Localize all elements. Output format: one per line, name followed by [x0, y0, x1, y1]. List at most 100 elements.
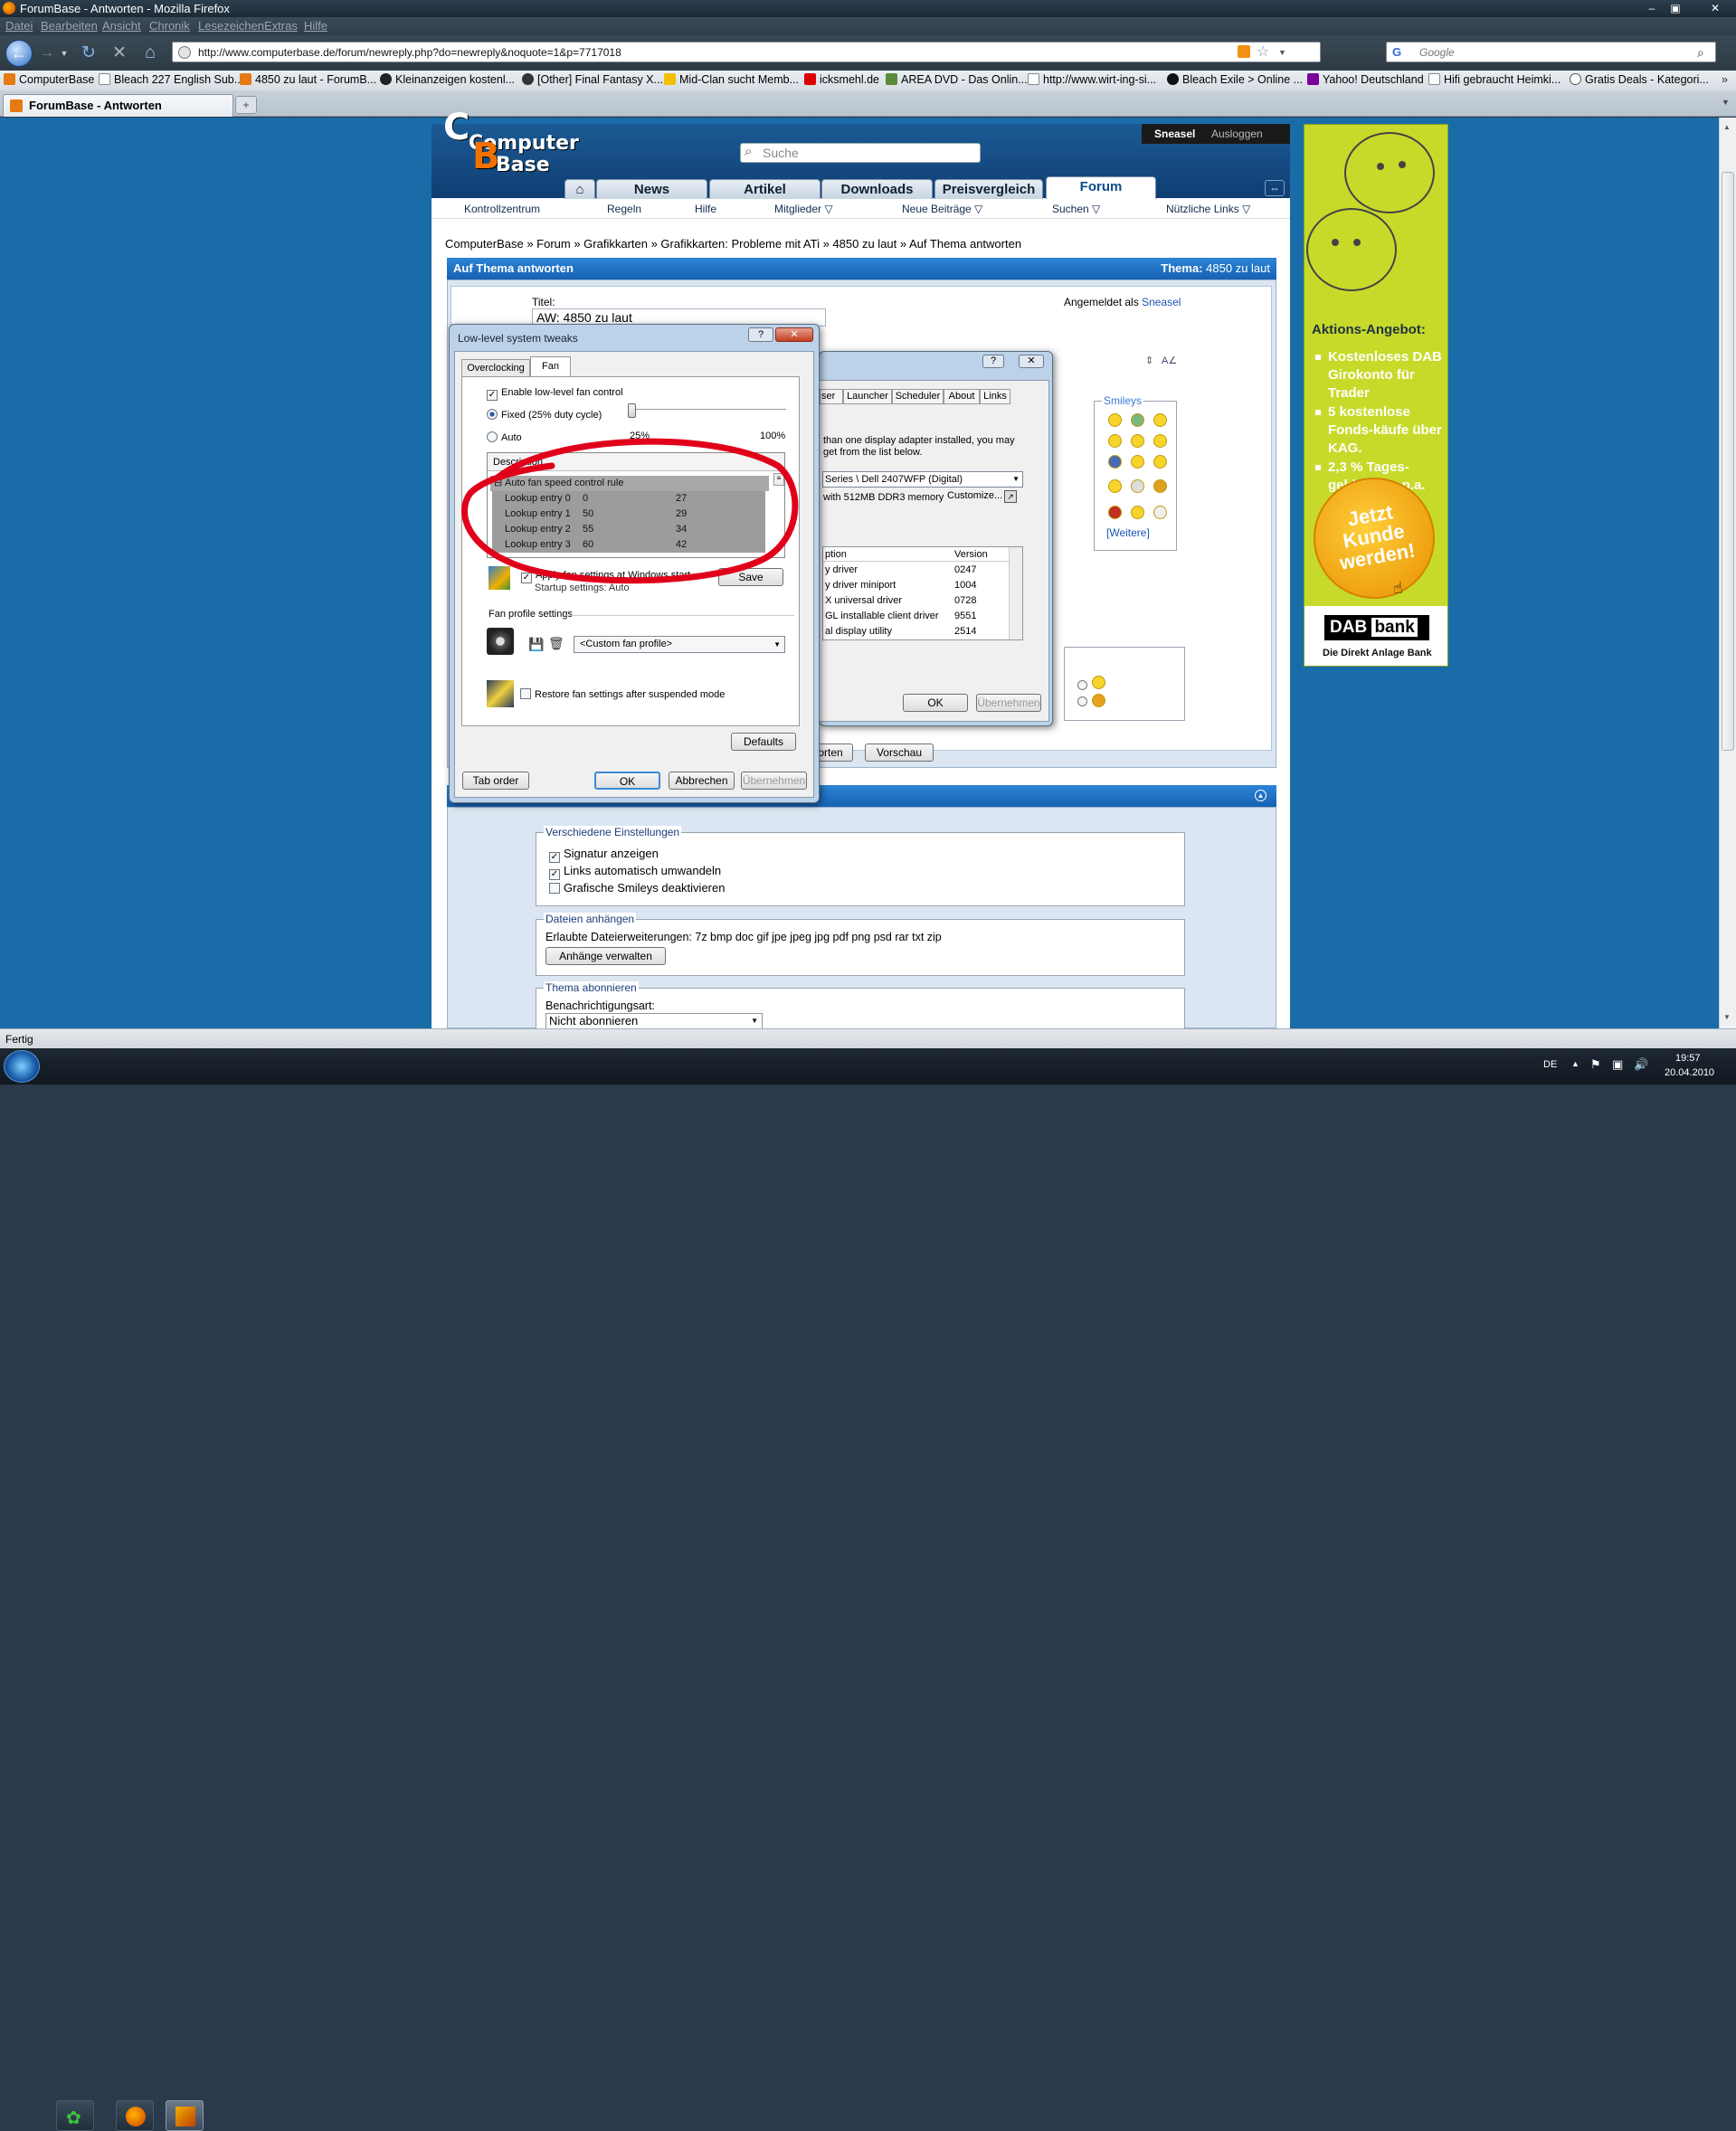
more-smileys-link[interactable]: [Weitere] [1106, 526, 1150, 539]
auto-links-checkbox[interactable]: ✓ Links automatisch umwandeln [549, 864, 721, 880]
network-icon[interactable]: ▣ [1612, 1057, 1623, 1072]
bookmark-item[interactable]: Mid-Clan sucht Memb... [664, 73, 799, 86]
search-magnifier-icon[interactable]: ⌕ [1697, 43, 1704, 62]
menu-ansicht[interactable]: Ansicht [102, 19, 141, 33]
tab-fan[interactable]: Fan [530, 356, 571, 377]
smiley-icon[interactable] [1131, 455, 1144, 469]
smiley-icon[interactable] [1153, 455, 1167, 469]
list-item[interactable]: y driver miniport [825, 580, 896, 591]
apply-button[interactable]: Übernehmen [976, 694, 1041, 712]
volume-icon[interactable]: 🔊 [1634, 1057, 1648, 1072]
start-button[interactable] [4, 1050, 40, 1083]
customize-link[interactable]: Customize... [947, 490, 1002, 501]
restore-after-suspend-checkbox[interactable]: Restore fan settings after suspended mod… [520, 688, 725, 700]
rss-feed-icon[interactable] [1238, 45, 1250, 58]
nav-downloads[interactable]: Downloads [821, 179, 933, 199]
taskbar-app[interactable] [166, 2100, 204, 2131]
menu-lesezeichen[interactable]: Lesezeichen [198, 19, 264, 33]
scroll-down-icon[interactable]: ▼ [1723, 1013, 1731, 1021]
home-icon[interactable]: ⌂ [138, 43, 163, 64]
web-search-input[interactable]: Google G ⌕ [1386, 42, 1716, 62]
menu-hilfe[interactable]: Hilfe [304, 19, 327, 33]
enable-fan-control-checkbox[interactable]: ✓ Enable low-level fan control [487, 387, 623, 401]
clock-date[interactable]: 20.04.2010 [1665, 1067, 1714, 1078]
stop-icon[interactable]: ✕ [109, 43, 130, 64]
history-dropdown-icon[interactable]: ▼ [60, 45, 69, 62]
minimize-button[interactable]: ‒ [1642, 1, 1662, 15]
reload-icon[interactable]: ↻ [78, 43, 100, 64]
smiley-icon[interactable] [1131, 434, 1144, 448]
site-identity-icon[interactable] [178, 46, 191, 59]
disable-smileys-checkbox[interactable]: Grafische Smileys deaktivieren [549, 881, 725, 895]
tab-overclocking[interactable]: Overclocking [461, 359, 530, 377]
list-scrollbar[interactable] [1009, 547, 1022, 639]
smiley-icon[interactable] [1108, 455, 1122, 469]
logged-in-user-link[interactable]: Sneasel [1142, 296, 1181, 308]
clock-time[interactable]: 19:57 [1675, 1053, 1701, 1064]
customize-icon[interactable]: ↗ [1004, 490, 1017, 503]
scroll-thumb[interactable] [1722, 172, 1734, 751]
back-icon[interactable]: ← [5, 40, 33, 67]
username-link[interactable]: Sneasel [1154, 124, 1195, 144]
taskbar-firefox[interactable] [116, 2100, 154, 2131]
page-scrollbar[interactable]: ▲ ▼ [1719, 118, 1736, 1028]
bookmark-star-icon[interactable]: ☆ [1257, 43, 1269, 62]
nav-news[interactable]: News [596, 179, 707, 199]
dab-bank-ad[interactable]: Aktions-Angebot: Kostenloses DAB Girokon… [1304, 124, 1448, 667]
cancel-button[interactable]: Abbrechen [669, 772, 735, 790]
logout-link[interactable]: Ausloggen [1211, 124, 1263, 144]
driver-list[interactable]: ption Version y driver 0247 y driver minip… [822, 546, 1023, 640]
smiley-icon[interactable] [1108, 479, 1122, 493]
url-input[interactable]: http://www.computerbase.de/forum/newrepl… [172, 42, 1321, 62]
delete-profile-icon[interactable]: 🗑 [548, 636, 564, 651]
switch-editor-icon[interactable]: A∠ [1162, 355, 1177, 366]
resize-editor-icon[interactable]: ⇕ [1145, 355, 1153, 366]
ok-button[interactable]: OK [594, 772, 660, 790]
fan-profile-select[interactable]: <Custom fan profile> ▼ [574, 636, 785, 653]
subnav-regeln[interactable]: Regeln [607, 203, 641, 215]
tab-scheduler[interactable]: Scheduler [892, 389, 944, 404]
defaults-button[interactable]: Defaults [731, 733, 796, 751]
nav-preisvergleich[interactable]: Preisvergleich [934, 179, 1043, 199]
bookmarks-overflow-icon[interactable]: » [1722, 73, 1728, 86]
new-tab-button[interactable]: + [235, 96, 257, 114]
bookmark-item[interactable]: [Other] Final Fantasy X... [522, 73, 663, 86]
collapse-icon[interactable]: ▲ [1255, 790, 1266, 801]
apply-button[interactable]: Übernehmen [741, 772, 807, 790]
bookmark-item[interactable]: AREA DVD - Das Onlin... [886, 73, 1028, 86]
smiley-icon[interactable] [1131, 506, 1144, 519]
adapter-select[interactable]: Series \ Dell 2407WFP (Digital) ▼ [822, 471, 1023, 488]
nav-forum[interactable]: Forum [1046, 176, 1156, 199]
tab-about[interactable]: About [944, 389, 980, 404]
smiley-icon[interactable] [1108, 434, 1122, 448]
dialog-close-button[interactable]: ✕ [775, 327, 813, 342]
tab-ser[interactable]: ser [820, 389, 843, 404]
smiley-icon[interactable] [1153, 479, 1167, 493]
action-center-flag-icon[interactable]: ⚑ [1590, 1057, 1601, 1072]
bookmark-item[interactable]: Yahoo! Deutschland [1307, 73, 1424, 86]
smiley-icon[interactable] [1108, 506, 1122, 519]
subnav-nuetzliche-links[interactable]: Nützliche Links ▽ [1166, 203, 1250, 215]
expand-width-icon[interactable]: ⇔ [1265, 180, 1285, 196]
menu-bearbeiten[interactable]: Bearbeiten [41, 19, 98, 33]
url-dropdown-icon[interactable]: ▼ [1278, 43, 1286, 62]
tab-links[interactable]: Links [980, 389, 1010, 404]
signature-checkbox[interactable]: ✓ Signatur anzeigen [549, 847, 659, 863]
bookmark-item[interactable]: http://www.wirt-ing-si... [1028, 73, 1156, 86]
tray-expand-icon[interactable]: ▲ [1571, 1059, 1579, 1068]
nav-home-tab[interactable]: ⌂ [564, 179, 595, 199]
bookmark-item[interactable]: ComputerBase [4, 73, 94, 86]
tab-forumbase[interactable]: ForumBase - Antworten [3, 94, 233, 117]
menu-datei[interactable]: Datei [5, 19, 33, 33]
tab-order-button[interactable]: Tab order [462, 772, 529, 790]
bookmark-item[interactable]: Hifi gebraucht Heimki... [1428, 73, 1561, 86]
manage-attachments-button[interactable]: Anhänge verwalten [545, 947, 666, 965]
breadcrumb[interactable]: ComputerBase » Forum » Grafikkarten » Gr… [445, 237, 1021, 251]
subnav-suchen[interactable]: Suchen ▽ [1052, 203, 1100, 215]
ok-button[interactable]: OK [903, 694, 968, 712]
menu-extras[interactable]: Extras [264, 19, 298, 33]
close-icon[interactable]: ✕ [1019, 355, 1044, 368]
list-item[interactable]: al display utility [825, 626, 892, 639]
fixed-radio[interactable]: Fixed (25% duty cycle) [487, 409, 602, 421]
fan-speed-slider-track[interactable] [628, 409, 786, 410]
